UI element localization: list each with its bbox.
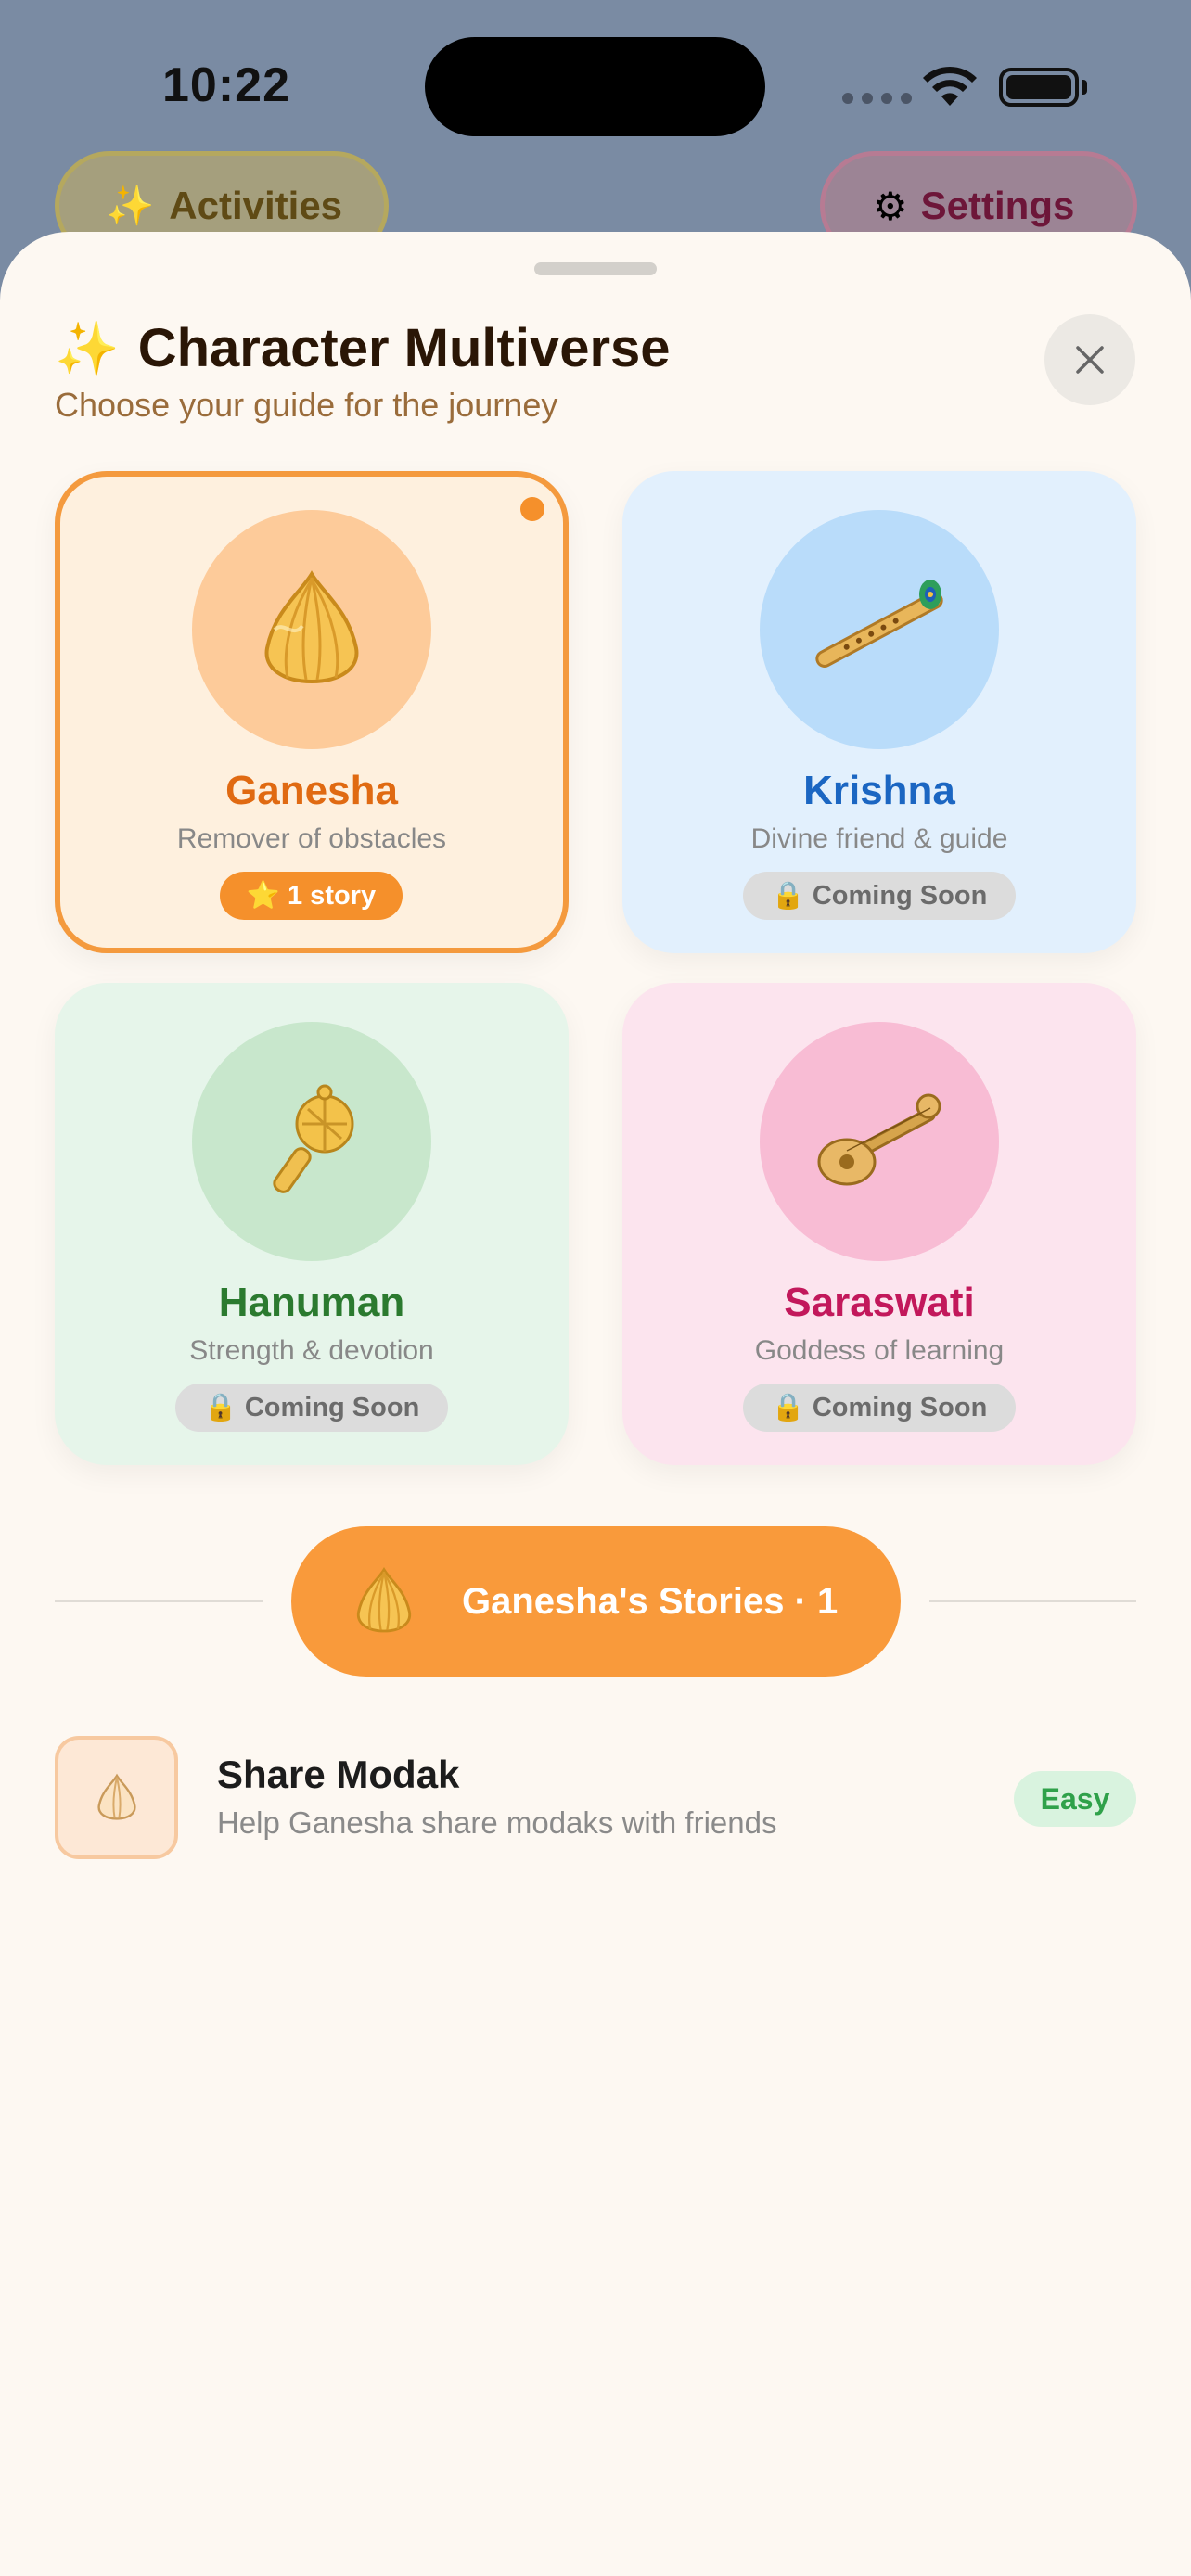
character-description: Goddess of learning — [754, 1335, 1005, 1366]
character-avatar — [192, 1022, 431, 1261]
modak-icon — [264, 570, 359, 684]
star-icon: ⭐ — [246, 881, 280, 911]
difficulty-badge: Easy — [1014, 1771, 1136, 1827]
mace-icon — [273, 1084, 354, 1193]
sheet-subtitle: Choose your guide for the journey — [55, 386, 558, 424]
character-avatar — [192, 510, 431, 749]
status-bar: 10:22 — [0, 0, 1191, 176]
sparkles-icon: ✨ — [106, 183, 155, 227]
story-count-badge: ⭐ 1 story — [220, 872, 403, 920]
dynamic-island — [425, 37, 765, 136]
coming-soon-badge: 🔒 Coming Soon — [175, 1384, 448, 1432]
character-name: Ganesha — [225, 768, 398, 813]
close-button[interactable] — [1044, 314, 1135, 405]
divider-right — [929, 1600, 1136, 1602]
coming-soon-badge: 🔒 Coming Soon — [743, 872, 1016, 920]
close-icon — [1076, 346, 1104, 374]
lock-icon: 🔒 — [203, 1393, 237, 1422]
settings-label: Settings — [920, 184, 1075, 227]
veena-icon — [817, 1093, 941, 1186]
character-description: Remover of obstacles — [176, 823, 447, 854]
story-thumbnail[interactable] — [55, 1736, 178, 1859]
lock-icon: 🔒 — [771, 1393, 805, 1422]
character-avatar — [760, 510, 999, 749]
sheet-header: ✨ Character Multiverse — [55, 317, 671, 379]
coming-soon-badge: 🔒 Coming Soon — [743, 1384, 1016, 1432]
divider-left — [55, 1600, 263, 1602]
flute-icon — [815, 580, 943, 668]
character-avatar — [760, 1022, 999, 1261]
status-time: 10:22 — [162, 58, 290, 112]
character-sheet: ✨ Character Multiverse Choose your guide… — [0, 232, 1191, 2576]
cellular-signal-icon — [842, 93, 912, 104]
character-description: Strength & devotion — [189, 1335, 434, 1366]
character-card-hanuman[interactable]: Hanuman Strength & devotion 🔒 Coming Soo… — [55, 983, 569, 1465]
stories-section-header: Ganesha's Stories · 1 — [291, 1526, 901, 1677]
story-description: Help Ganesha share modaks with friends — [217, 1805, 777, 1840]
activities-label: Activities — [169, 184, 343, 227]
sparkles-icon: ✨ — [55, 318, 120, 377]
lock-icon: 🔒 — [771, 881, 805, 911]
character-name: Saraswati — [784, 1280, 975, 1325]
character-card-ganesha[interactable]: Ganesha Remover of obstacles ⭐ 1 story — [55, 471, 569, 953]
story-title[interactable]: Share Modak — [217, 1753, 459, 1797]
stories-section-label: Ganesha's Stories · 1 — [462, 1580, 839, 1622]
selected-indicator — [520, 497, 544, 521]
character-card-saraswati[interactable]: Saraswati Goddess of learning 🔒 Coming S… — [622, 983, 1136, 1465]
sheet-title: Character Multiverse — [137, 318, 671, 378]
sheet-grabber[interactable] — [534, 262, 657, 275]
character-name: Krishna — [803, 768, 955, 813]
battery-icon — [999, 68, 1079, 107]
character-card-krishna[interactable]: Krishna Divine friend & guide 🔒 Coming S… — [622, 471, 1136, 953]
modak-icon — [96, 1773, 136, 1820]
character-name: Hanuman — [218, 1280, 405, 1325]
modak-icon — [356, 1566, 412, 1633]
wifi-icon — [923, 66, 977, 106]
gear-icon: ⚙ — [873, 184, 908, 228]
character-description: Divine friend & guide — [750, 823, 1008, 854]
